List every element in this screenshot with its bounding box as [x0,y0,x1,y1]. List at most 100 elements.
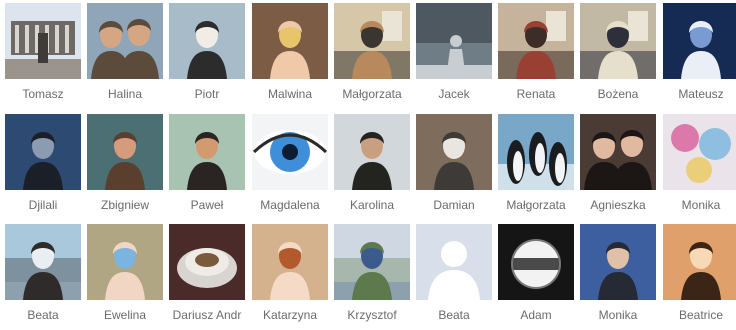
friend-photo[interactable] [663,3,736,79]
friend-card[interactable]: Halina [87,3,163,109]
friend-photo[interactable] [498,224,574,300]
friend-card[interactable]: Adam [498,224,574,330]
friend-photo[interactable] [169,224,245,300]
friend-card[interactable]: Beatrice [663,224,736,330]
friend-name[interactable]: Ewelina [83,308,167,322]
friend-card[interactable]: Beata [5,224,81,330]
friend-name[interactable]: Monika [576,308,660,322]
child-face-thumbnail [252,224,328,300]
friend-name[interactable]: Tomasz [1,87,85,101]
friend-card[interactable]: Dariusz Andr [169,224,245,330]
friend-photo[interactable] [580,114,656,190]
friend-photo[interactable] [87,3,163,79]
friend-name[interactable]: Beatrice [659,308,736,322]
friend-card[interactable]: Ewelina [87,224,163,330]
friend-name[interactable]: Beata [412,308,496,322]
friend-photo[interactable] [334,224,410,300]
man-landscape-thumbnail [334,224,410,300]
man-sunglasses-thumbnail [169,3,245,79]
friend-card[interactable]: Agnieszka [580,114,656,220]
friend-photo[interactable] [416,224,492,300]
friend-photo[interactable] [252,224,328,300]
couple-dark-thumbnail [580,114,656,190]
friend-photo[interactable] [5,224,81,300]
friend-name[interactable]: Adam [494,308,578,322]
friend-photo[interactable] [580,3,656,79]
friend-name[interactable]: Djilali [1,198,85,212]
friend-photo[interactable] [87,224,163,300]
friend-card[interactable]: Damian [416,114,492,220]
friend-photo[interactable] [5,3,81,79]
friend-card[interactable]: Małgorzata [498,114,574,220]
blonde-woman-thumbnail [252,3,328,79]
dark-graphic-thumbnail [498,224,574,300]
couple-selfie-thumbnail [87,3,163,79]
friend-card[interactable]: Bożena [580,3,656,109]
friend-name[interactable]: Piotr [165,87,249,101]
friend-name[interactable]: Magdalena [248,198,332,212]
friend-card[interactable]: Piotr [169,3,245,109]
friend-name[interactable]: Małgorzata [330,87,414,101]
friend-card[interactable]: Djilali [5,114,81,220]
colorful-drawing-thumbnail [663,114,736,190]
friend-name[interactable]: Paweł [165,198,249,212]
friend-name[interactable]: Renata [494,87,578,101]
friend-card[interactable]: Krzysztof [334,224,410,330]
friends-grid: Tomasz Halina Piotr Malwina Małgorzata Jacek R… [0,0,736,329]
friend-card[interactable]: Karolina [334,114,410,220]
friend-card[interactable]: Mateusz [663,3,736,109]
friend-photo[interactable] [416,3,492,79]
friend-card[interactable]: Beata [416,224,492,330]
friend-card[interactable]: Magdalena [252,114,328,220]
friend-card[interactable]: Monika [580,224,656,330]
friend-card[interactable]: Zbigniew [87,114,163,220]
friend-card[interactable]: Jacek [416,3,492,109]
friend-card[interactable]: Paweł [169,114,245,220]
cake-plate-thumbnail [169,224,245,300]
friend-photo[interactable] [252,3,328,79]
woman-desk-thumbnail [498,3,574,79]
friend-name[interactable]: Małgorzata [494,198,578,212]
baby-cap-thumbnail [87,224,163,300]
friend-name[interactable]: Katarzyna [248,308,332,322]
friend-photo[interactable] [169,3,245,79]
blue-portrait-thumbnail [663,3,736,79]
friend-card[interactable]: Monika [663,114,736,220]
friend-name[interactable]: Bożena [576,87,660,101]
friend-name[interactable]: Zbigniew [83,198,167,212]
friend-name[interactable]: Monika [659,198,736,212]
friend-photo[interactable] [498,114,574,190]
friend-photo[interactable] [498,3,574,79]
woman-in-room-thumbnail [334,3,410,79]
friend-name[interactable]: Beata [1,308,85,322]
friend-name[interactable]: Mateusz [659,87,736,101]
young-man-thumbnail [169,114,245,190]
friend-name[interactable]: Damian [412,198,496,212]
friend-card[interactable]: Małgorzata [334,3,410,109]
friend-name[interactable]: Halina [83,87,167,101]
friend-name[interactable]: Krzysztof [330,308,414,322]
friend-photo[interactable] [334,3,410,79]
friend-photo[interactable] [663,114,736,190]
friend-photo[interactable] [663,224,736,300]
friend-card[interactable]: Malwina [252,3,328,109]
woman-glow-thumbnail [663,224,736,300]
friend-name[interactable]: Malwina [248,87,332,101]
friend-photo[interactable] [169,114,245,190]
friend-photo[interactable] [5,114,81,190]
friend-name[interactable]: Agnieszka [576,198,660,212]
friend-name[interactable]: Dariusz Andr [165,308,249,322]
man-striped-shirt-thumbnail [416,114,492,190]
friend-name[interactable]: Jacek [412,87,496,101]
friend-photo[interactable] [580,224,656,300]
friend-card[interactable]: Renata [498,3,574,109]
friend-photo[interactable] [334,114,410,190]
man-face-thumbnail [87,114,163,190]
room-interior-thumbnail [580,3,656,79]
friend-photo[interactable] [87,114,163,190]
friend-name[interactable]: Karolina [330,198,414,212]
friend-card[interactable]: Tomasz [5,3,81,109]
friend-photo[interactable] [416,114,492,190]
friend-card[interactable]: Katarzyna [252,224,328,330]
friend-photo[interactable] [252,114,328,190]
